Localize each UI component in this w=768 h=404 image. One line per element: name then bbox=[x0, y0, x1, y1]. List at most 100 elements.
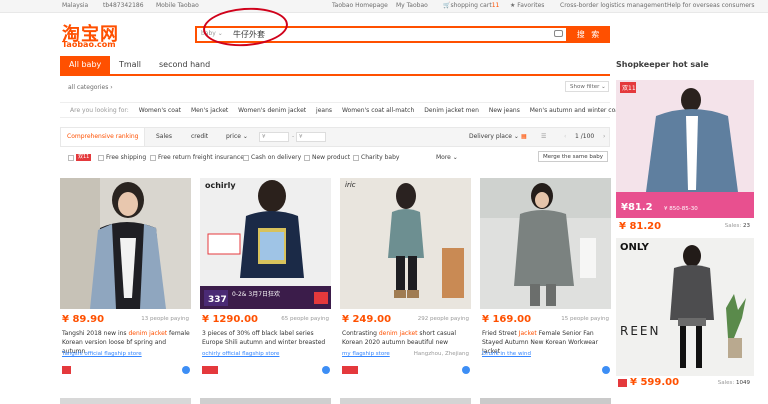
price-min-input[interactable]: ¥ bbox=[259, 132, 289, 142]
product-image[interactable]: iric bbox=[340, 178, 471, 309]
sidebar-title: Shopkeeper hot sale bbox=[616, 60, 709, 69]
search-button[interactable]: 搜 索 bbox=[568, 26, 610, 43]
shop-link[interactable]: Tangshi official flagship store bbox=[62, 351, 142, 357]
people-paying: 15 people paying bbox=[561, 316, 609, 322]
people-paying: 13 people paying bbox=[141, 316, 189, 322]
cash-on-delivery-checkbox[interactable]: Cash on delivery bbox=[243, 150, 301, 165]
prev-page-icon[interactable]: ‹ bbox=[564, 128, 566, 146]
product-card[interactable]: ¥ 169.00 15 people paying Fried Street J… bbox=[480, 178, 611, 404]
side-promo-sub: ¥ 850-85-30 bbox=[664, 206, 698, 212]
related-item[interactable]: jeans bbox=[316, 107, 332, 114]
sort-price[interactable]: price ⌄ bbox=[226, 128, 248, 146]
price-dash: - bbox=[292, 133, 295, 140]
related-item[interactable]: Women's coat bbox=[139, 107, 181, 114]
tab-second-hand[interactable]: second hand bbox=[150, 56, 219, 74]
sort-credit[interactable]: credit bbox=[191, 128, 208, 146]
show-filter-button[interactable]: Show filter ⌄ bbox=[565, 81, 609, 92]
related-item[interactable]: Women's coat all-match bbox=[342, 107, 414, 114]
product-image[interactable]: ochirly 0-2& 3月7日狂欢 337 bbox=[200, 178, 331, 309]
tab-all-baby[interactable]: All baby bbox=[60, 56, 111, 74]
product-badges bbox=[342, 366, 470, 376]
price-max-input[interactable]: ¥ bbox=[296, 132, 326, 142]
my-taobao-link[interactable]: My Taobao bbox=[396, 0, 428, 12]
side-product-card[interactable]: ONLY REEN ¥ 599.00 Sales: 1049 bbox=[616, 238, 754, 404]
more-filters-button[interactable]: More ⌄ bbox=[436, 150, 458, 165]
brand-logo: ochirly bbox=[205, 181, 236, 190]
product-price: ¥ 249.00 bbox=[342, 314, 392, 325]
product-price: ¥ 169.00 bbox=[482, 314, 532, 325]
taobao-homepage-link[interactable]: Taobao Homepage bbox=[332, 0, 388, 12]
logistics-link[interactable]: Cross-border logistics management bbox=[560, 0, 667, 12]
product-card[interactable]: ¥ 89.90 13 people paying Tangshi 2018 ne… bbox=[60, 178, 191, 404]
product-badges bbox=[62, 366, 190, 376]
related-item[interactable]: Denim jacket men bbox=[424, 107, 479, 114]
charity-baby-checkbox[interactable]: Charity baby bbox=[353, 150, 399, 165]
help-link[interactable]: Help for overseas consumers bbox=[667, 0, 754, 12]
side-product-card[interactable]: 双11 ¥81.2 ¥ 850-85-30 ¥ 81.20 Sales: 23 bbox=[616, 80, 754, 232]
related-item[interactable]: New jeans bbox=[489, 107, 520, 114]
shop-link[interactable]: ochirly official flagship store bbox=[202, 351, 279, 357]
free-shipping-checkbox[interactable]: Free shipping bbox=[98, 150, 146, 165]
double11-filter[interactable]: 双11 bbox=[68, 150, 92, 165]
side-product-image[interactable] bbox=[616, 238, 754, 376]
product-badges bbox=[202, 366, 330, 376]
page-indicator: 1 /100 bbox=[575, 133, 595, 140]
related-item[interactable]: Women's denim jacket bbox=[238, 107, 306, 114]
product-price: ¥ 1290.00 bbox=[202, 314, 258, 325]
next-row-product-image[interactable] bbox=[340, 398, 471, 404]
next-row-product-image[interactable] bbox=[200, 398, 331, 404]
tmall-badge-icon bbox=[618, 379, 627, 387]
favorites-link[interactable]: ★ Favorites bbox=[510, 0, 544, 12]
cart-count: 11 bbox=[491, 2, 500, 9]
product-badges bbox=[482, 366, 610, 376]
product-card[interactable]: ochirly 0-2& 3月7日狂欢 337 ¥ 1290.00 65 peo… bbox=[200, 178, 331, 404]
camera-icon[interactable] bbox=[554, 30, 563, 37]
wangwang-chat-icon[interactable] bbox=[462, 366, 470, 374]
side-sales: Sales: 1049 bbox=[717, 380, 750, 386]
tmall-badge-icon bbox=[62, 366, 71, 374]
sort-sales[interactable]: Sales bbox=[156, 128, 172, 146]
product-card[interactable]: iric ¥ 249.00 292 people paying Contrast… bbox=[340, 178, 471, 404]
next-page-icon[interactable]: › bbox=[603, 128, 605, 146]
shopping-cart-link[interactable]: 🛒shopping cart11 bbox=[443, 0, 499, 12]
people-paying: 292 people paying bbox=[417, 316, 469, 322]
region-selector[interactable]: Malaysia bbox=[62, 0, 88, 12]
sort-bar: Comprehensive ranking Sales credit price… bbox=[60, 127, 610, 147]
related-item[interactable]: Men's jacket bbox=[191, 107, 228, 114]
shop-link[interactable]: my flagship store bbox=[342, 351, 390, 357]
merge-same-baby-button[interactable]: Merge the same baby bbox=[538, 151, 608, 162]
freight-insurance-checkbox[interactable]: Free return freight insurance bbox=[150, 150, 244, 165]
tab-underline bbox=[60, 74, 610, 76]
taobao-logo-domain: Taobao.com bbox=[62, 40, 116, 49]
sort-comprehensive[interactable]: Comprehensive ranking bbox=[61, 128, 146, 146]
new-product-checkbox[interactable]: New product bbox=[304, 150, 350, 165]
product-title[interactable]: Contrasting denim jacket short casual Ko… bbox=[342, 329, 470, 347]
list-view-icon[interactable]: ☰ bbox=[541, 128, 546, 146]
product-image[interactable] bbox=[60, 178, 191, 309]
mobile-taobao-link[interactable]: Mobile Taobao bbox=[156, 0, 199, 12]
next-row-product-image[interactable] bbox=[60, 398, 191, 404]
side-sales: Sales: 23 bbox=[724, 223, 750, 229]
wangwang-chat-icon[interactable] bbox=[182, 366, 190, 374]
filter-row: 双11 Free shipping Free return freight in… bbox=[60, 150, 610, 165]
product-title[interactable]: 3 pieces of 30% off black label series E… bbox=[202, 329, 330, 347]
top-bar: Malaysia tb487342186 Mobile Taobao Taoba… bbox=[0, 0, 768, 13]
shop-location: Hangzhou, Zhejiang bbox=[413, 351, 469, 357]
username-link[interactable]: tb487342186 bbox=[103, 0, 144, 12]
wangwang-chat-icon[interactable] bbox=[602, 366, 610, 374]
side-product-image[interactable] bbox=[616, 80, 754, 218]
shop-link[interactable]: Drunk in the wind bbox=[482, 351, 531, 357]
delivery-place-select[interactable]: Delivery place ⌄ bbox=[469, 128, 519, 146]
wangwang-chat-icon[interactable] bbox=[322, 366, 330, 374]
next-row-product-image[interactable] bbox=[480, 398, 611, 404]
background-word: REEN bbox=[620, 324, 661, 338]
double11-badge-icon bbox=[202, 366, 218, 374]
grid-view-icon[interactable]: ▦ bbox=[521, 128, 527, 146]
double11-badge-icon bbox=[342, 366, 358, 374]
double11-badge: 双11 bbox=[622, 85, 636, 92]
breadcrumb-all-categories[interactable]: all categories bbox=[60, 84, 108, 91]
product-image[interactable] bbox=[480, 178, 611, 309]
side-promo-price: ¥81.2 bbox=[621, 202, 653, 213]
related-item[interactable]: Men's autumn and winter coat bbox=[530, 107, 622, 114]
tab-tmall[interactable]: Tmall bbox=[110, 56, 150, 74]
